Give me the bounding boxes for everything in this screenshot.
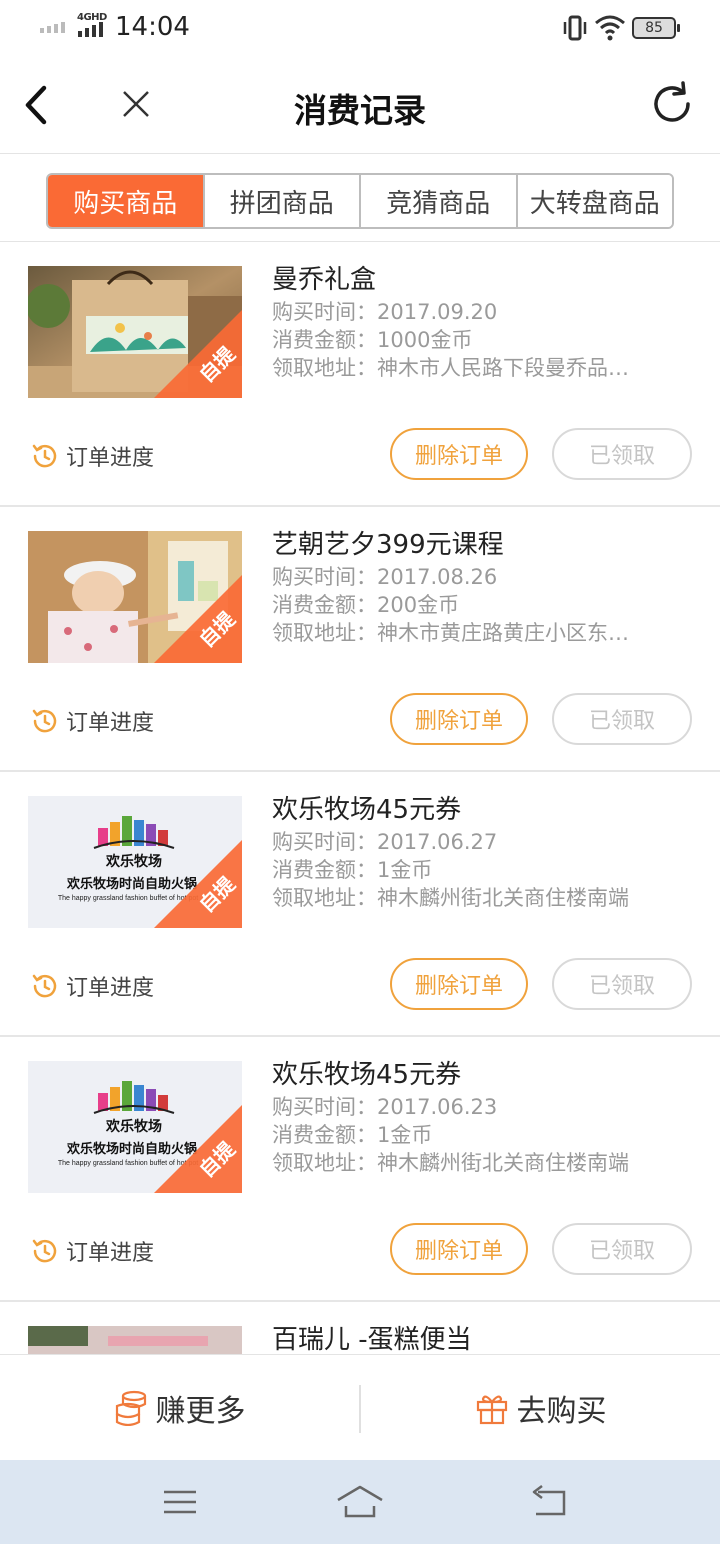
order-card: 自提 艺朝艺夕399元课程 购买时间：2017.08.26 消费金额：200金币… [0,507,720,772]
signal-strength-icon-2 [78,22,103,37]
clock-history-icon [32,444,57,468]
order-progress-link[interactable]: 订单进度 [30,440,154,472]
product-thumbnail[interactable]: 欢乐牧场 欢乐牧场时尚自助火锅 The happy grassland fash… [28,796,242,928]
product-thumbnail[interactable]: 自提 [28,531,242,663]
go-buy-button[interactable]: 去购买 [361,1355,720,1460]
consume-amount: 消费金额：200金币 [272,593,460,617]
page-title: 消费记录 [294,91,426,130]
delete-order-button[interactable]: 删除订单 [390,1223,528,1275]
order-info: 欢乐牧场45元券 购买时间：2017.06.27 消费金额：1金币 领取地址：神… [272,792,692,912]
menu-icon[interactable] [162,1484,198,1520]
order-progress-label: 订单进度 [66,976,155,1001]
consume-amount: 消费金额：1金币 [272,1123,433,1147]
order-card: 欢乐牧场 欢乐牧场时尚自助火锅 The happy grassland fash… [0,1037,720,1302]
pickup-address: 领取地址：神木市黄庄路黄庄小区东… [272,621,629,645]
tab-purchase-goods[interactable]: 购买商品 [48,175,205,227]
back-icon[interactable] [530,1484,570,1520]
home-icon[interactable] [336,1484,384,1520]
order-info: 曼乔礼盒 购买时间：2017.09.20 消费金额：1000金币 领取地址：神木… [272,262,692,382]
order-info: 百瑞儿 -蛋糕便当 [272,1322,692,1358]
nav-bar: 消费记录 [0,58,720,154]
claimed-button[interactable]: 已领取 [552,958,692,1010]
order-title[interactable]: 欢乐牧场45元券 [272,1057,692,1093]
claimed-button[interactable]: 已领取 [552,693,692,745]
order-card: 欢乐牧场 欢乐牧场时尚自助火锅 The happy grassland fash… [0,772,720,1037]
delete-order-button[interactable]: 删除订单 [390,693,528,745]
consume-amount: 消费金额：1金币 [272,858,433,882]
logo-english: The happy grassland fashion buffet of ho… [58,895,198,902]
purchase-time: 购买时间：2017.06.27 [272,830,498,854]
purchase-time: 购买时间：2017.06.23 [272,1095,498,1119]
pickup-address: 领取地址：神木麟州街北关商住楼南端 [272,886,629,910]
logo-english: The happy grassland fashion buffet of ho… [58,1160,198,1167]
consume-amount: 消费金额：1000金币 [272,328,473,352]
order-title[interactable]: 曼乔礼盒 [272,262,692,298]
logo-text: 欢乐牧场 [105,853,162,869]
earn-more-button[interactable]: 赚更多 [0,1355,359,1460]
purchase-time: 购买时间：2017.08.26 [272,565,498,589]
pickup-address: 领取地址：神木麟州街北关商住楼南端 [272,1151,629,1175]
clock-history-icon [32,709,57,733]
order-title[interactable]: 百瑞儿 -蛋糕便当 [272,1322,692,1358]
signal-strength-icon [40,22,65,33]
order-progress-link[interactable]: 订单进度 [30,970,154,1002]
clock-history-icon [32,1239,57,1263]
vibrate-icon [563,15,587,41]
battery-icon: 85 [632,17,680,39]
battery-level: 85 [645,20,663,36]
bottom-action-bar: 赚更多 去购买 [0,1354,720,1460]
wifi-icon [595,15,625,41]
order-progress-link[interactable]: 订单进度 [30,1235,154,1267]
logo-text: 欢乐牧场 [105,1118,162,1134]
system-navigation-bar [0,1460,720,1544]
delete-order-button[interactable]: 删除订单 [390,958,528,1010]
order-title[interactable]: 欢乐牧场45元券 [272,792,692,828]
order-card: 自提 曼乔礼盒 购买时间：2017.09.20 消费金额：1000金币 领取地址… [0,242,720,507]
tab-group-goods[interactable]: 拼团商品 [204,175,361,227]
delete-order-button[interactable]: 删除订单 [390,428,528,480]
product-thumbnail[interactable]: 欢乐牧场 欢乐牧场时尚自助火锅 The happy grassland fash… [28,1061,242,1193]
go-buy-label: 去购买 [516,1393,607,1429]
clock-history-icon [32,974,57,998]
order-list: 自提 曼乔礼盒 购买时间：2017.09.20 消费金额：1000金币 领取地址… [0,242,720,1362]
order-info: 欢乐牧场45元券 购买时间：2017.06.23 消费金额：1金币 领取地址：神… [272,1057,692,1177]
category-tabs-bar: 购买商品 拼团商品 竞猜商品 大转盘商品 [0,155,720,242]
pickup-address: 领取地址：神木市人民路下段曼乔品… [272,356,629,380]
order-progress-link[interactable]: 订单进度 [30,705,154,737]
tab-guess-goods[interactable]: 竞猜商品 [361,175,518,227]
earn-more-label: 赚更多 [155,1393,246,1429]
order-info: 艺朝艺夕399元课程 购买时间：2017.08.26 消费金额：200金币 领取… [272,527,692,647]
claimed-button[interactable]: 已领取 [552,1223,692,1275]
category-tabs: 购买商品 拼团商品 竞猜商品 大转盘商品 [46,173,674,229]
claimed-button[interactable]: 已领取 [552,428,692,480]
logo-line: 欢乐牧场时尚自助火锅 [66,1141,197,1156]
clock: 14:04 [115,12,190,42]
purchase-time: 购买时间：2017.09.20 [272,300,498,324]
status-bar: 4GHD 14:04 85 [0,0,720,58]
order-progress-label: 订单进度 [66,446,155,471]
tab-wheel-goods[interactable]: 大转盘商品 [517,175,672,227]
product-thumbnail[interactable]: 自提 [28,266,242,398]
refresh-icon[interactable] [648,80,696,128]
order-progress-label: 订单进度 [66,711,155,736]
order-progress-label: 订单进度 [66,1241,155,1266]
logo-line: 欢乐牧场时尚自助火锅 [66,876,197,891]
gift-icon [476,1395,507,1424]
coin-stack-icon [115,1390,146,1426]
order-title[interactable]: 艺朝艺夕399元课程 [272,527,692,563]
order-card: 百瑞儿 -蛋糕便当 [0,1302,720,1362]
